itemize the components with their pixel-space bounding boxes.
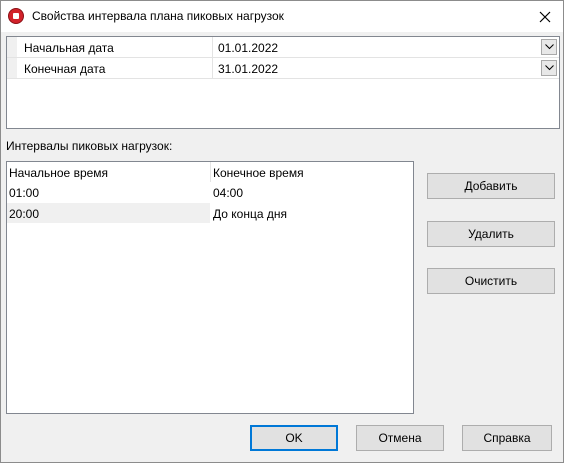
list-item[interactable]: 20:00 До конца дня [7,203,413,223]
delete-button[interactable]: Удалить [427,221,555,247]
start-date-dropdown-button[interactable] [541,39,557,55]
start-date-row: Начальная дата 01.01.2022 [7,37,559,58]
end-date-value[interactable]: 31.01.2022 [218,62,278,76]
cancel-button[interactable]: Отмена [356,425,444,451]
list-header: Начальное время Конечное время [7,162,413,182]
start-date-label: Начальная дата [24,41,114,55]
close-icon [539,11,551,22]
end-date-dropdown-button[interactable] [541,60,557,76]
date-property-grid: Начальная дата 01.01.2022 Конечная дата … [6,36,560,129]
interval-end-cell: До конца дня [213,207,287,221]
end-date-label: Конечная дата [24,62,106,76]
list-item[interactable]: 01:00 04:00 [7,182,413,202]
intervals-label: Интервалы пиковых нагрузок: [6,139,173,153]
chevron-down-icon [544,65,554,71]
interval-start-cell: 01:00 [9,186,40,200]
dialog-window: Свойства интервала плана пиковых нагрузо… [0,0,564,463]
help-button[interactable]: Справка [462,425,552,451]
column-header-end-time[interactable]: Конечное время [213,166,304,180]
interval-end-cell: 04:00 [213,186,244,200]
column-header-start-time[interactable]: Начальное время [9,166,108,180]
app-icon [8,8,24,24]
close-button[interactable] [527,1,563,32]
interval-start-cell: 20:00 [7,203,210,223]
add-button[interactable]: Добавить [427,173,555,199]
start-date-value[interactable]: 01.01.2022 [218,41,278,55]
chevron-down-icon [544,44,554,50]
title-bar: Свойства интервала плана пиковых нагрузо… [1,1,563,32]
window-title: Свойства интервала плана пиковых нагрузо… [32,9,284,23]
ok-button[interactable]: OK [250,425,338,451]
end-date-row: Конечная дата 31.01.2022 [7,58,559,79]
clear-button[interactable]: Очистить [427,268,555,294]
intervals-list[interactable]: Начальное время Конечное время 01:00 04:… [6,161,414,414]
